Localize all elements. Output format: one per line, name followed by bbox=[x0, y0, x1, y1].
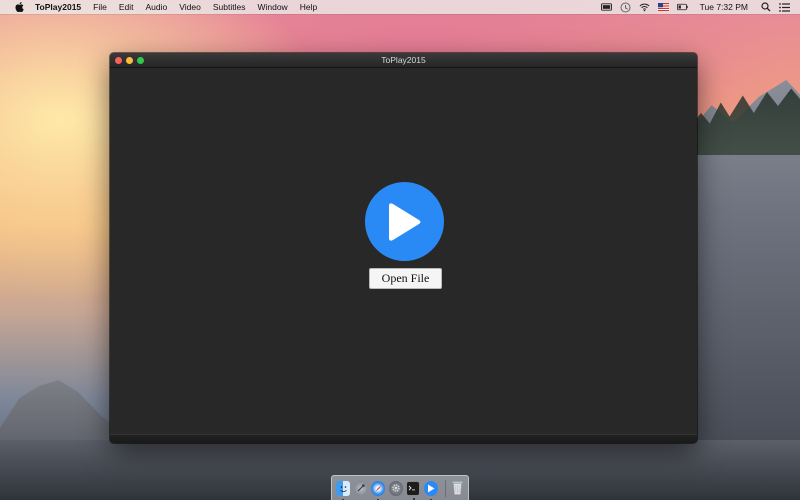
finder-icon[interactable] bbox=[336, 480, 351, 500]
play-icon bbox=[388, 202, 420, 241]
wifi-icon[interactable] bbox=[639, 2, 650, 13]
menu-audio[interactable]: Audio bbox=[146, 2, 168, 12]
play-button[interactable] bbox=[365, 182, 444, 261]
menu-edit[interactable]: Edit bbox=[119, 2, 134, 12]
menu-video[interactable]: Video bbox=[179, 2, 201, 12]
player-window: ToPlay2015 Open File bbox=[110, 53, 697, 443]
desktop: ToPlay2015 File Edit Audio Video Subtitl… bbox=[0, 0, 800, 500]
safari-icon[interactable] bbox=[371, 480, 386, 500]
battery-meter-icon[interactable] bbox=[600, 2, 612, 13]
trash-icon[interactable] bbox=[450, 481, 464, 496]
player-content-area: Open File bbox=[110, 68, 697, 443]
menu-window[interactable]: Window bbox=[257, 2, 287, 12]
time-machine-icon[interactable] bbox=[620, 2, 631, 13]
menu-help[interactable]: Help bbox=[300, 2, 317, 12]
us-flag-icon[interactable] bbox=[657, 2, 669, 13]
spotlight-search-icon[interactable] bbox=[760, 2, 771, 13]
running-indicator bbox=[413, 497, 416, 500]
app-name-menu[interactable]: ToPlay2015 bbox=[35, 2, 81, 12]
menu-file[interactable]: File bbox=[93, 2, 107, 12]
dock-separator bbox=[444, 479, 446, 497]
window-titlebar[interactable]: ToPlay2015 bbox=[110, 53, 697, 68]
status-area: Tue 7:32 PM bbox=[600, 2, 790, 13]
battery-icon[interactable] bbox=[676, 2, 688, 13]
open-file-button[interactable]: Open File bbox=[369, 268, 442, 289]
menu-bar: ToPlay2015 File Edit Audio Video Subtitl… bbox=[0, 0, 800, 14]
zoom-window-button[interactable] bbox=[137, 56, 144, 64]
toplay-icon[interactable] bbox=[423, 480, 438, 500]
dock bbox=[331, 475, 469, 500]
close-window-button[interactable] bbox=[115, 56, 122, 64]
menu-subtitles[interactable]: Subtitles bbox=[213, 2, 246, 12]
system-preferences-icon[interactable] bbox=[388, 480, 403, 496]
apple-menu-icon[interactable] bbox=[13, 1, 25, 13]
terminal-icon[interactable] bbox=[406, 480, 421, 500]
minimize-window-button[interactable] bbox=[126, 56, 133, 64]
menu-bar-clock[interactable]: Tue 7:32 PM bbox=[700, 2, 748, 12]
launchpad-icon[interactable] bbox=[353, 480, 368, 496]
window-bottom-bar bbox=[110, 434, 697, 443]
notification-center-icon[interactable] bbox=[779, 2, 790, 13]
window-title: ToPlay2015 bbox=[381, 55, 426, 65]
